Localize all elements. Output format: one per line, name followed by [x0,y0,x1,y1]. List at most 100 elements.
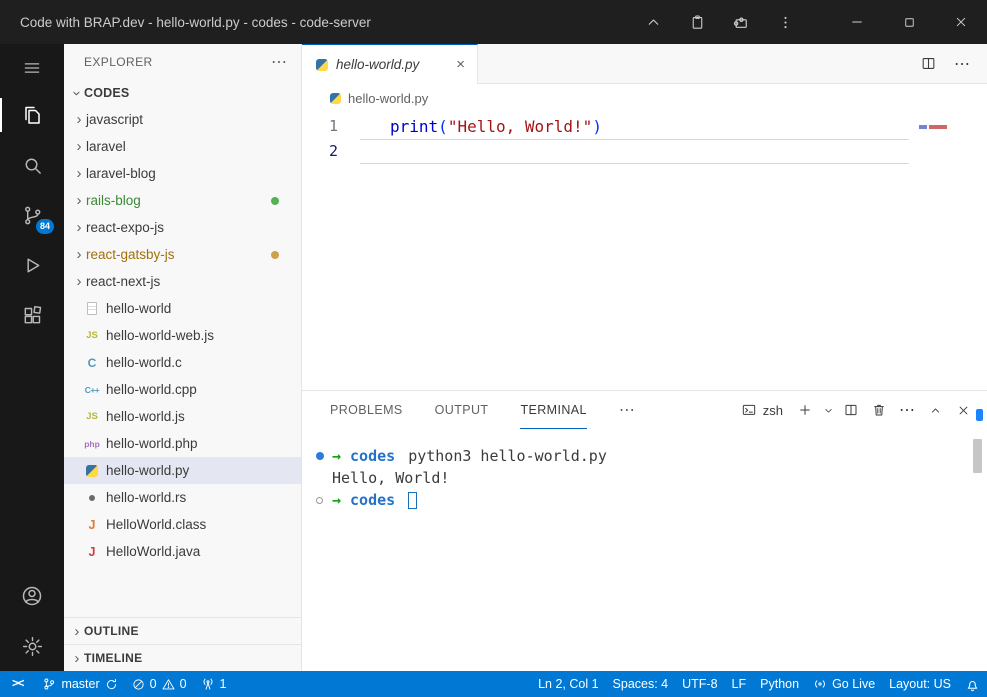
tree-item-hello-world-web-js[interactable]: JS hello-world-web.js [64,322,301,349]
panel-tabs-more-button[interactable]: ⋯ [619,400,635,420]
tree-item-hello-world-c[interactable]: C hello-world.c [64,349,301,376]
python-file-icon [84,465,100,477]
editor-tab-bar: hello-world.py × ⋯ [302,44,987,84]
settings-button[interactable] [0,621,64,671]
error-count: 0 [150,677,157,691]
close-panel-button[interactable] [949,396,977,424]
trash-icon [871,402,887,418]
puzzle-icon [732,13,750,31]
activitybar-source-control-button[interactable]: 84 [0,190,64,240]
tree-item-rails-blog[interactable]: › rails-blog [64,187,301,214]
code-editor[interactable]: 1 2 print("Hello, World!") [302,112,987,390]
git-modified-dot [271,251,279,259]
explorer-more-actions-button[interactable]: ⋯ [271,52,287,72]
close-icon [956,403,971,418]
split-editor-button[interactable] [911,50,945,78]
maximize-button[interactable] [883,0,935,44]
command-pending-decoration[interactable] [316,497,332,504]
tree-item-react-expo-js[interactable]: › react-expo-js [64,214,301,241]
tree-item-hello-world-py[interactable]: hello-world.py [64,457,301,484]
tab-close-button[interactable]: × [454,56,467,73]
javascript-file-icon: JS [84,411,100,422]
new-terminal-button[interactable] [791,396,819,424]
extensions-puzzle-button[interactable] [719,0,763,44]
tab-terminal[interactable]: TERMINAL [520,391,586,429]
tree-item-hello-world-rs[interactable]: hello-world.rs [64,484,301,511]
error-icon [132,678,145,691]
timeline-section-header[interactable]: › TIMELINE [64,644,301,671]
breadcrumb[interactable]: hello-world.py [302,84,987,112]
plain-file-icon [84,302,100,315]
line-number-gutter: 1 2 [302,112,360,390]
explorer-files-icon [20,103,44,127]
clipboard-button[interactable] [675,0,719,44]
editor-more-actions-button[interactable]: ⋯ [945,50,979,78]
tab-hello-world-py[interactable]: hello-world.py × [302,44,478,84]
collapse-chevron-button[interactable] [631,0,675,44]
php-file-icon: php [84,439,100,449]
tree-item-helloworld-java[interactable]: J HelloWorld.java [64,538,301,565]
panel-more-actions-button[interactable]: ⋯ [893,396,921,424]
terminal-scrollbar[interactable] [973,439,982,473]
accounts-button[interactable] [0,571,64,621]
command-success-decoration[interactable] [316,452,332,460]
tree-item-laravel-blog[interactable]: › laravel-blog [64,160,301,187]
notifications-item[interactable] [958,671,987,697]
terminal-icon [741,402,757,418]
tree-item-hello-world-js[interactable]: JS hello-world.js [64,403,301,430]
shell-selector[interactable]: zsh [741,402,783,418]
encoding-item[interactable]: UTF-8 [675,671,724,697]
kill-terminal-button[interactable] [865,396,893,424]
tab-problems[interactable]: PROBLEMS [330,391,403,429]
titlebar: Code with BRAP.dev - hello-world.py - co… [0,0,987,44]
go-live-item[interactable]: Go Live [806,671,882,697]
close-window-button[interactable] [935,0,987,44]
bell-icon [965,677,980,692]
outline-section-header[interactable]: › OUTLINE [64,617,301,644]
eol-item[interactable]: LF [725,671,754,697]
explorer-sidebar: EXPLORER ⋯ › CODES › javascript › larave… [64,44,302,671]
more-menu-button[interactable] [763,0,807,44]
tree-item-hello-world[interactable]: hello-world [64,295,301,322]
chevron-right-icon: › [72,165,86,182]
chevron-right-icon: › [72,273,86,290]
minimize-icon [849,14,865,30]
keyboard-layout-item[interactable]: Layout: US [882,671,958,697]
gear-icon [21,635,44,658]
activitybar-explorer-button[interactable] [0,90,64,140]
language-mode-item[interactable]: Python [753,671,806,697]
tree-item-react-gatsby-js[interactable]: › react-gatsby-js [64,241,301,268]
activitybar-search-button[interactable] [0,140,64,190]
outline-label: OUTLINE [84,624,139,638]
tree-item-helloworld-class[interactable]: J HelloWorld.class [64,511,301,538]
minimap[interactable] [911,112,973,390]
terminal-dropdown-button[interactable] [819,396,837,424]
codes-section-header[interactable]: › CODES [64,80,301,106]
tree-item-hello-world-cpp[interactable]: C++ hello-world.cpp [64,376,301,403]
remote-indicator[interactable]: >< [0,671,35,697]
terminal-output: Hello, World! [332,467,449,489]
ports-item[interactable]: 1 [194,671,234,697]
terminal[interactable]: → codes python3 hello-world.py Hello, Wo… [302,429,987,671]
activitybar-extensions-button[interactable] [0,290,64,340]
python-file-icon [316,59,328,71]
cursor-position-item[interactable]: Ln 2, Col 1 [531,671,605,697]
tree-item-hello-world-php[interactable]: php hello-world.php [64,430,301,457]
minimize-button[interactable] [831,0,883,44]
activitybar-run-debug-button[interactable] [0,240,64,290]
kebab-menu-icon [777,14,794,31]
tree-item-react-next-js[interactable]: › react-next-js [64,268,301,295]
problems-item[interactable]: 0 0 [125,671,194,697]
tab-output[interactable]: OUTPUT [435,391,489,429]
tree-item-laravel[interactable]: › laravel [64,133,301,160]
ports-count: 1 [220,677,227,691]
split-terminal-button[interactable] [837,396,865,424]
tree-item-javascript[interactable]: › javascript [64,106,301,133]
git-branch-item[interactable]: master [35,671,124,697]
application-menu-button[interactable] [0,46,64,90]
maximize-panel-button[interactable] [921,396,949,424]
terminal-line-output: Hello, World! [316,467,987,489]
plus-icon [797,402,813,418]
indentation-item[interactable]: Spaces: 4 [606,671,676,697]
panel-header: PROBLEMS OUTPUT TERMINAL ⋯ zsh [302,391,987,429]
